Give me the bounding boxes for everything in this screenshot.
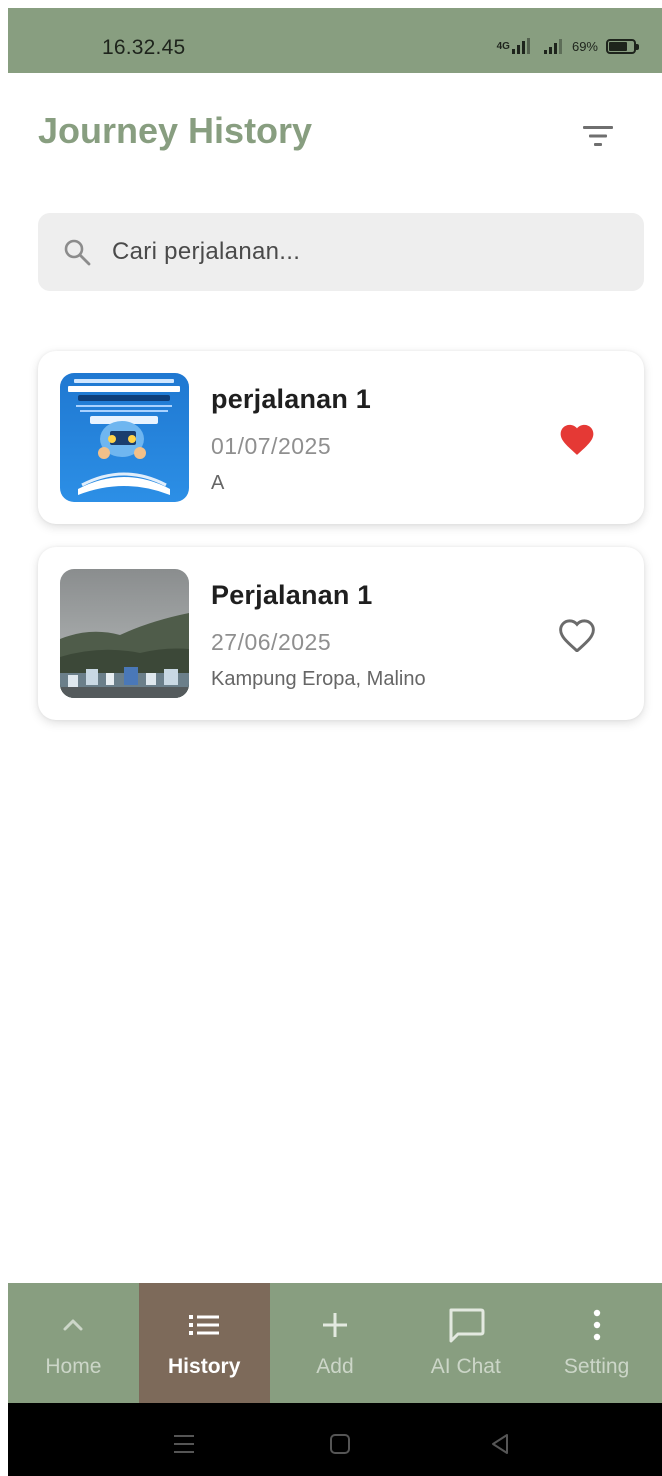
status-bar: 16.32.45 4G 69% — [8, 8, 662, 73]
journey-title: perjalanan 1 — [211, 384, 371, 414]
search-bar[interactable] — [38, 213, 644, 291]
signal-icon — [511, 38, 530, 54]
chat-bubble-icon — [446, 1307, 486, 1343]
chevron-up-icon — [60, 1307, 86, 1343]
journey-location: A — [211, 472, 225, 494]
home-square-icon[interactable] — [325, 1429, 355, 1459]
plus-icon — [320, 1307, 350, 1343]
signal-2-icon — [543, 38, 562, 54]
nav-item-setting[interactable]: Setting — [531, 1283, 662, 1403]
nav-label: Add — [316, 1355, 354, 1378]
menu-icon[interactable] — [169, 1429, 199, 1459]
nav-item-history[interactable]: History — [138, 1283, 270, 1403]
network-type-label: 4G — [496, 40, 510, 52]
journey-date: 27/06/2025 — [211, 629, 332, 655]
heart-outline-icon — [559, 619, 595, 652]
filter-list-icon — [583, 126, 613, 146]
nav-label: Setting — [563, 1355, 630, 1378]
nav-label: AI Chat — [430, 1355, 501, 1378]
system-navigation-bar — [8, 1403, 662, 1476]
heart-filled-icon — [560, 424, 594, 455]
journey-date: 01/07/2025 — [211, 433, 332, 459]
search-icon — [64, 239, 91, 266]
journey-location: Kampung Eropa, Malino — [211, 668, 426, 690]
battery-icon — [606, 38, 639, 54]
bottom-navigation: Home History Add AI Chat Setting — [8, 1283, 662, 1403]
nav-item-ai-chat[interactable]: AI Chat — [400, 1283, 531, 1403]
search-input[interactable] — [112, 213, 612, 291]
status-time: 16.32.45 — [102, 36, 186, 59]
nav-item-add[interactable]: Add — [270, 1283, 401, 1403]
nav-label: Home — [45, 1355, 102, 1378]
app-screen: 16.32.45 4G 69% Journey History Cari per… — [8, 8, 662, 1476]
battery-percent: 69% — [571, 38, 598, 54]
more-vertical-icon — [591, 1307, 603, 1343]
back-triangle-icon[interactable] — [485, 1429, 515, 1459]
nav-label: History — [168, 1355, 241, 1378]
status-icons: 4G 69% — [496, 38, 639, 54]
journey-card[interactable]: Perjalanan 1 27/06/2025 Kampung Eropa, M… — [38, 547, 644, 720]
filter-button[interactable] — [572, 112, 624, 160]
nav-item-home[interactable]: Home — [8, 1283, 139, 1403]
journey-title: Perjalanan 1 — [211, 580, 373, 610]
journey-card[interactable]: perjalanan 1 01/07/2025 A — [38, 351, 644, 524]
favorite-button[interactable] — [554, 415, 600, 461]
list-icon — [187, 1307, 221, 1343]
favorite-button[interactable] — [554, 611, 600, 657]
journey-thumbnail — [60, 569, 189, 698]
page-title: Journey History — [38, 110, 313, 151]
journey-thumbnail — [60, 373, 189, 502]
